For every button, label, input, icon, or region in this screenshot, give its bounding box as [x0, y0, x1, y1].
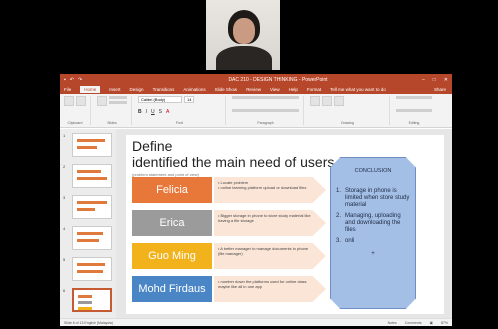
ribbon-group-editing: Editing: [396, 96, 436, 125]
ribbon-group-slides: Slides: [97, 96, 132, 125]
powerpoint-window: ▪ ↶ ↷ DAC 210 - DESIGN THINKING - PowerP…: [60, 74, 452, 326]
move-cursor-icon: +: [371, 251, 375, 257]
comments-button[interactable]: Comments: [405, 321, 422, 325]
strikethrough-icon[interactable]: S: [159, 109, 162, 115]
ribbon-group-clipboard: Clipboard: [64, 96, 91, 125]
slide-count-status: Slide 6 of 13 English (Malaysia): [64, 320, 114, 325]
tab-animations[interactable]: Animations: [183, 87, 205, 92]
paste-icon[interactable]: [64, 96, 74, 106]
webcam-person-body: [216, 46, 272, 70]
ribbon-group-font: Calibri (Body) 14 BIUS A Font: [138, 96, 226, 125]
ribbon-group-drawing: Drawing: [310, 96, 390, 125]
slide-thumbnail-selected[interactable]: 6: [63, 288, 113, 312]
tab-review[interactable]: Review: [246, 87, 261, 92]
minimize-icon[interactable]: –: [422, 77, 425, 83]
normal-view-icon[interactable]: ▣: [430, 321, 433, 325]
title-bar: ▪ ↶ ↷ DAC 210 - DESIGN THINKING - PowerP…: [60, 74, 452, 85]
tab-file[interactable]: File: [64, 87, 71, 92]
user-name-box[interactable]: Guo Ming: [132, 243, 212, 269]
bold-icon[interactable]: B: [138, 109, 142, 115]
tell-me-search[interactable]: Tell me what you want to do: [330, 87, 386, 92]
quick-styles-icon[interactable]: [334, 96, 344, 106]
webcam-person-face: [233, 18, 255, 44]
workspace: 1 2 3 4 5 6 Define identified the main n…: [60, 129, 452, 318]
slide-thumbnail[interactable]: 2: [63, 164, 113, 188]
arrange-icon[interactable]: [322, 96, 332, 106]
maximize-icon[interactable]: □: [433, 77, 436, 83]
conclusion-heading: CONCLUSION: [354, 168, 392, 174]
save-icon[interactable]: ▪: [64, 77, 66, 83]
ribbon-tabs: File Home Insert Design Transitions Anim…: [60, 85, 452, 94]
user-need-arrow[interactable]: • Bigger storage in phone to store study…: [214, 210, 326, 236]
user-need-arrow[interactable]: • number down the platforms used for onl…: [214, 276, 326, 302]
user-need-arrow[interactable]: • Locate problem • online learning platf…: [214, 177, 326, 203]
italic-icon[interactable]: I: [146, 109, 147, 115]
close-icon[interactable]: ✕: [444, 77, 448, 83]
font-size-select[interactable]: 14: [184, 96, 195, 103]
zoom-level[interactable]: 87%: [441, 321, 448, 325]
conclusion-item: 2. Managing, uploading and downloading th…: [336, 213, 401, 233]
slide-thumbnail[interactable]: 4: [63, 226, 113, 250]
conclusion-item: 1. Storage in phone is limited when store…: [336, 188, 410, 208]
slide-thumbnails: 1 2 3 4 5 6: [60, 129, 116, 318]
user-name-box[interactable]: Mohd Firdaus: [132, 276, 212, 302]
tab-format[interactable]: Format: [307, 87, 321, 92]
new-slide-icon[interactable]: [97, 96, 107, 106]
tab-transitions[interactable]: Transitions: [153, 87, 175, 92]
notes-button[interactable]: Notes: [388, 321, 397, 325]
user-name-box[interactable]: Felicia: [132, 177, 212, 203]
ribbon: Clipboard Slides Calibri (Body) 14 BIUS …: [60, 94, 452, 128]
tab-insert[interactable]: Insert: [109, 87, 120, 92]
status-bar: Slide 6 of 13 English (Malaysia) Notes C…: [60, 318, 452, 326]
user-name-box[interactable]: Erica: [132, 210, 212, 236]
share-button[interactable]: Share: [434, 87, 452, 92]
tab-help[interactable]: Help: [289, 87, 298, 92]
slide-thumbnail[interactable]: 5: [63, 257, 113, 281]
cut-icon[interactable]: [76, 96, 86, 106]
redo-icon[interactable]: ↷: [78, 77, 82, 83]
tab-home[interactable]: Home: [80, 86, 101, 93]
slide-thumbnail[interactable]: 1: [63, 133, 113, 157]
shapes-icon[interactable]: [310, 96, 320, 106]
quick-access-toolbar: ▪ ↶ ↷: [64, 77, 134, 83]
window-title: DAC 210 - DESIGN THINKING - PowerPoint: [228, 76, 328, 83]
tab-design[interactable]: Design: [130, 87, 144, 92]
slide-canvas[interactable]: Define identified the main need of users…: [126, 135, 444, 314]
webcam-video: [206, 0, 280, 70]
font-color-icon[interactable]: A: [166, 109, 169, 115]
ribbon-group-paragraph: Paragraph: [232, 96, 304, 125]
font-name-select[interactable]: Calibri (Body): [138, 96, 182, 103]
underline-icon[interactable]: U: [151, 109, 155, 115]
conclusion-item: 3. onli: [336, 238, 355, 244]
user-need-arrow[interactable]: • A better manager to manage documents i…: [214, 243, 326, 269]
tab-view[interactable]: View: [270, 87, 280, 92]
undo-icon[interactable]: ↶: [70, 77, 74, 83]
conclusion-box[interactable]: CONCLUSION 1. Storage in phone is limited…: [330, 157, 416, 309]
slide-title[interactable]: Define identified the main need of users: [132, 138, 334, 170]
tab-slide-show[interactable]: Slide Show: [215, 87, 238, 92]
window-controls: – □ ✕: [422, 77, 448, 83]
slide-thumbnail[interactable]: 3: [63, 195, 113, 219]
